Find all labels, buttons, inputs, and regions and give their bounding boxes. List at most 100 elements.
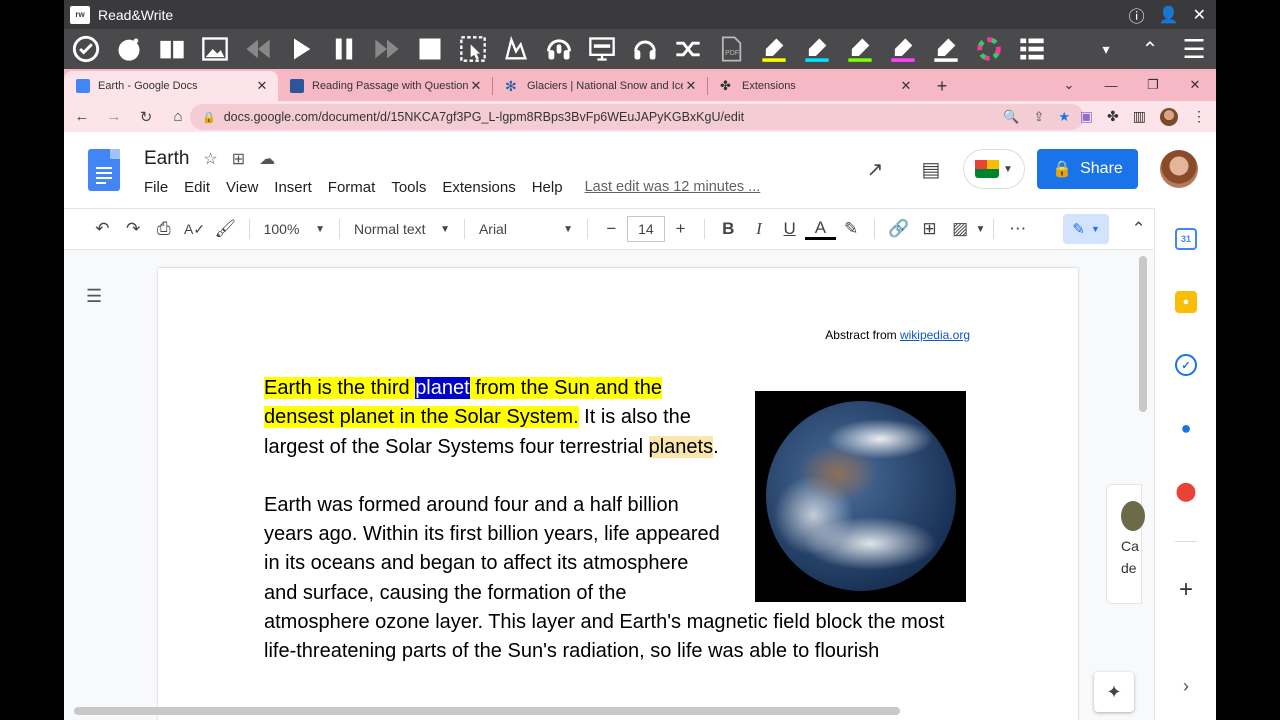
- restore-button[interactable]: ❐: [1132, 77, 1174, 93]
- menu-tools[interactable]: Tools: [391, 179, 426, 196]
- share-button[interactable]: 🔒 Share: [1037, 149, 1138, 189]
- toolbar-dropdown-icon[interactable]: ▾: [1084, 29, 1128, 69]
- maps-icon[interactable]: ⬤: [1175, 480, 1197, 502]
- close-tab-icon[interactable]: ✕: [683, 78, 699, 94]
- star-icon[interactable]: ☆: [203, 149, 217, 169]
- font-size-input[interactable]: 14: [626, 216, 666, 242]
- side-panel-icon[interactable]: ▥: [1133, 108, 1146, 125]
- highlight-yellow-icon[interactable]: [752, 29, 795, 69]
- document-outline-icon[interactable]: ☰: [86, 286, 106, 306]
- font-select[interactable]: Arial ▼: [473, 221, 579, 237]
- cloud-saved-icon[interactable]: ☁: [259, 149, 275, 169]
- document-page[interactable]: Abstract from wikipedia.org Earth is the…: [158, 268, 1078, 720]
- audio-maker-icon[interactable]: [494, 29, 537, 69]
- menu-help[interactable]: Help: [532, 179, 563, 196]
- calendar-icon[interactable]: 31: [1175, 228, 1197, 250]
- document-title[interactable]: Earth: [144, 148, 189, 170]
- contacts-icon[interactable]: ●: [1175, 417, 1197, 439]
- rewind-icon[interactable]: [236, 29, 279, 69]
- print-icon[interactable]: ⎙: [148, 219, 179, 239]
- back-arrow-icon[interactable]: ←: [68, 108, 96, 125]
- paragraph-style-select[interactable]: Normal text ▼: [348, 221, 456, 237]
- more-options-icon[interactable]: ⋯: [1002, 219, 1033, 239]
- comments-icon[interactable]: ▤: [903, 157, 959, 182]
- bold-icon[interactable]: B: [713, 219, 744, 239]
- highlight-color-icon[interactable]: ✎: [836, 219, 867, 239]
- account-avatar[interactable]: [1160, 150, 1198, 188]
- move-folder-icon[interactable]: ⊞: [232, 149, 245, 169]
- add-comment-icon[interactable]: ⊞: [914, 219, 945, 239]
- wikipedia-link[interactable]: wikipedia.org: [900, 328, 970, 342]
- screen-mask-icon[interactable]: [580, 29, 623, 69]
- hide-menus-icon[interactable]: ⌃: [1123, 219, 1154, 239]
- info-icon[interactable]: ⓘ: [1129, 3, 1145, 27]
- collect-highlights-icon[interactable]: [967, 29, 1010, 69]
- tab-earth-google-docs[interactable]: Earth - Google Docs ✕: [64, 71, 278, 101]
- extensions-puzzle-icon[interactable]: ✤: [1107, 108, 1119, 125]
- activity-trend-icon[interactable]: ↗: [847, 157, 903, 182]
- play-icon[interactable]: [279, 29, 322, 69]
- google-docs-logo-icon[interactable]: [88, 149, 120, 191]
- close-tab-icon[interactable]: ✕: [254, 78, 270, 94]
- paint-format-icon[interactable]: 🖌: [210, 219, 241, 239]
- tab-search-chevron-icon[interactable]: ⌄: [1048, 77, 1090, 93]
- insert-link-icon[interactable]: 🔗: [883, 219, 914, 239]
- picture-dictionary-icon[interactable]: [193, 29, 236, 69]
- redo-icon[interactable]: ↷: [118, 219, 149, 239]
- screenshot-reader-icon[interactable]: [451, 29, 494, 69]
- forward-icon[interactable]: [365, 29, 408, 69]
- clear-highlights-icon[interactable]: [924, 29, 967, 69]
- home-icon[interactable]: ⌂: [164, 108, 192, 125]
- explore-button[interactable]: ✦: [1094, 672, 1134, 712]
- suggestion-card[interactable]: Ca de: [1106, 484, 1145, 604]
- share-page-icon[interactable]: ⇪: [1033, 109, 1044, 125]
- pdf-icon[interactable]: PDF: [709, 29, 752, 69]
- undo-icon[interactable]: ↶: [87, 219, 118, 239]
- chevron-down-icon[interactable]: ▼: [976, 224, 986, 235]
- vertical-scrollbar[interactable]: [1139, 256, 1147, 412]
- reload-icon[interactable]: ↻: [132, 108, 160, 126]
- chrome-menu-icon[interactable]: ⋮: [1192, 108, 1206, 125]
- keep-icon[interactable]: ●: [1175, 291, 1197, 313]
- menu-format[interactable]: Format: [328, 179, 376, 196]
- text-color-icon[interactable]: A: [805, 218, 836, 240]
- vocabulary-icon[interactable]: [1010, 29, 1053, 69]
- menu-insert[interactable]: Insert: [274, 179, 312, 196]
- tab-extensions[interactable]: ✤ Extensions ✕: [708, 71, 922, 101]
- tasks-icon[interactable]: ✓: [1175, 354, 1197, 376]
- collapse-toolbar-icon[interactable]: ⌃: [1128, 29, 1172, 69]
- increase-font-size-button[interactable]: +: [665, 219, 696, 239]
- italic-icon[interactable]: I: [744, 219, 775, 239]
- underline-icon[interactable]: U: [774, 219, 805, 239]
- address-bar[interactable]: 🔒 docs.google.com/document/d/15NKCA7gf3P…: [190, 104, 1084, 130]
- highlight-pink-icon[interactable]: [881, 29, 924, 69]
- talk-typer-icon[interactable]: [623, 29, 666, 69]
- translator-icon[interactable]: [666, 29, 709, 69]
- pause-icon[interactable]: [322, 29, 365, 69]
- menu-extensions[interactable]: Extensions: [442, 179, 515, 196]
- editing-mode-button[interactable]: ✎ ▼: [1063, 214, 1110, 244]
- zoom-icon[interactable]: 🔍: [1003, 109, 1019, 125]
- menu-icon[interactable]: ☰: [1172, 29, 1216, 69]
- speech-input-icon[interactable]: [537, 29, 580, 69]
- tab-reading-passage[interactable]: Reading Passage with Questions ✕: [278, 71, 492, 101]
- bookmark-star-icon[interactable]: ★: [1058, 109, 1070, 125]
- user-icon[interactable]: 👤: [1159, 5, 1179, 25]
- highlight-green-icon[interactable]: [838, 29, 881, 69]
- forward-arrow-icon[interactable]: →: [100, 108, 128, 125]
- last-edit-link[interactable]: Last edit was 12 minutes ...: [585, 179, 761, 196]
- meet-button[interactable]: ▼: [963, 149, 1025, 189]
- check-icon[interactable]: [64, 29, 107, 69]
- zoom-select[interactable]: 100% ▼: [258, 221, 331, 237]
- close-tab-icon[interactable]: ✕: [898, 78, 914, 94]
- menu-view[interactable]: View: [226, 179, 258, 196]
- get-addons-icon[interactable]: +: [1175, 576, 1197, 604]
- new-tab-button[interactable]: +: [928, 71, 956, 101]
- insert-image-icon[interactable]: ▨: [945, 219, 976, 239]
- menu-file[interactable]: File: [144, 179, 168, 196]
- profile-avatar[interactable]: [1160, 107, 1178, 126]
- horizontal-scrollbar[interactable]: [74, 707, 900, 715]
- close-tab-icon[interactable]: ✕: [468, 78, 484, 94]
- spellcheck-icon[interactable]: A✓: [179, 221, 210, 238]
- highlight-blue-icon[interactable]: [795, 29, 838, 69]
